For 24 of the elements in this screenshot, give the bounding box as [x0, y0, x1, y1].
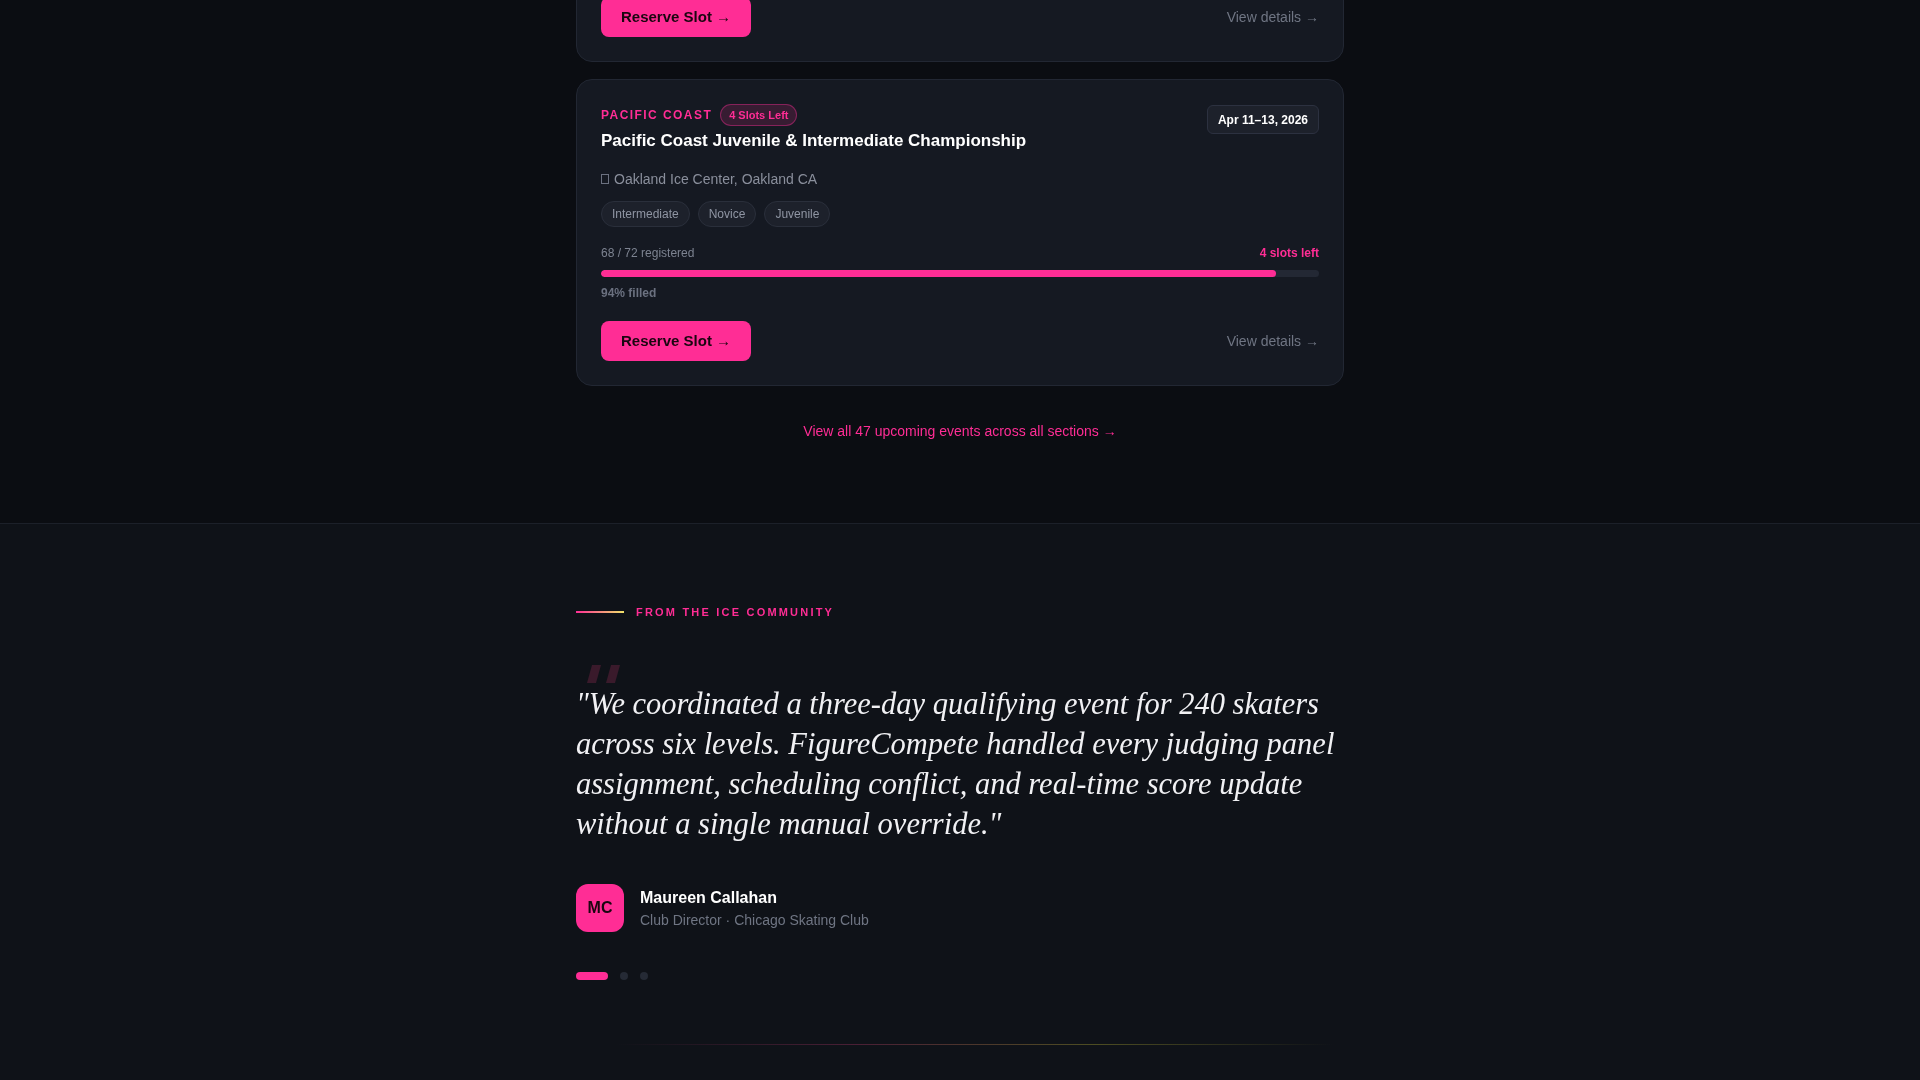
level-tag: Novice — [697, 201, 757, 227]
author-name: Maureen Callahan — [640, 888, 777, 908]
slots-left: 4 slots left — [1259, 245, 1319, 261]
testimonial-quote: "We coordinated a three-day qualifying event for 240 skaters across six levels. FigureCompete handled every judging panel assignment, scheduling conflict, and real-time score update without a single manual override." — [576, 686, 1336, 843]
view-all-events-link[interactable]: View all 47 upcoming events across all sections → — [803, 421, 1117, 441]
event-region: PACIFIC COAST — [601, 107, 713, 123]
reserve-slot-button[interactable]: Reserve Slot → — [601, 321, 752, 361]
reserve-slot-button[interactable]: Reserve Slot → — [601, 0, 752, 37]
event-location: Oakland Ice Center, Oakland CA — [614, 170, 818, 189]
view-details-link[interactable]: View details → — [1226, 7, 1319, 27]
author-role: Club Director · Chicago Skating Club — [640, 911, 869, 930]
accent-line — [576, 611, 624, 613]
section-eyebrow: FROM THE ICE COMMUNITY — [636, 605, 835, 620]
event-date: Apr 11–13, 2026 — [1206, 105, 1319, 134]
level-tag: Juvenile — [764, 201, 831, 227]
event-title: Pacific Coast Juvenile & Intermediate Championship — [601, 130, 1027, 152]
level-tag: Intermediate — [601, 201, 690, 227]
registered-count: 68 / 72 registered — [601, 245, 695, 261]
slots-badge: 4 Slots Left — [720, 104, 798, 126]
quote-mark-icon — [584, 665, 622, 683]
rectangle-icon — [601, 174, 609, 184]
view-details-link[interactable]: View details → — [1226, 331, 1319, 351]
filled-percent: 94% filled — [601, 285, 657, 301]
author-avatar: MC — [576, 884, 624, 932]
